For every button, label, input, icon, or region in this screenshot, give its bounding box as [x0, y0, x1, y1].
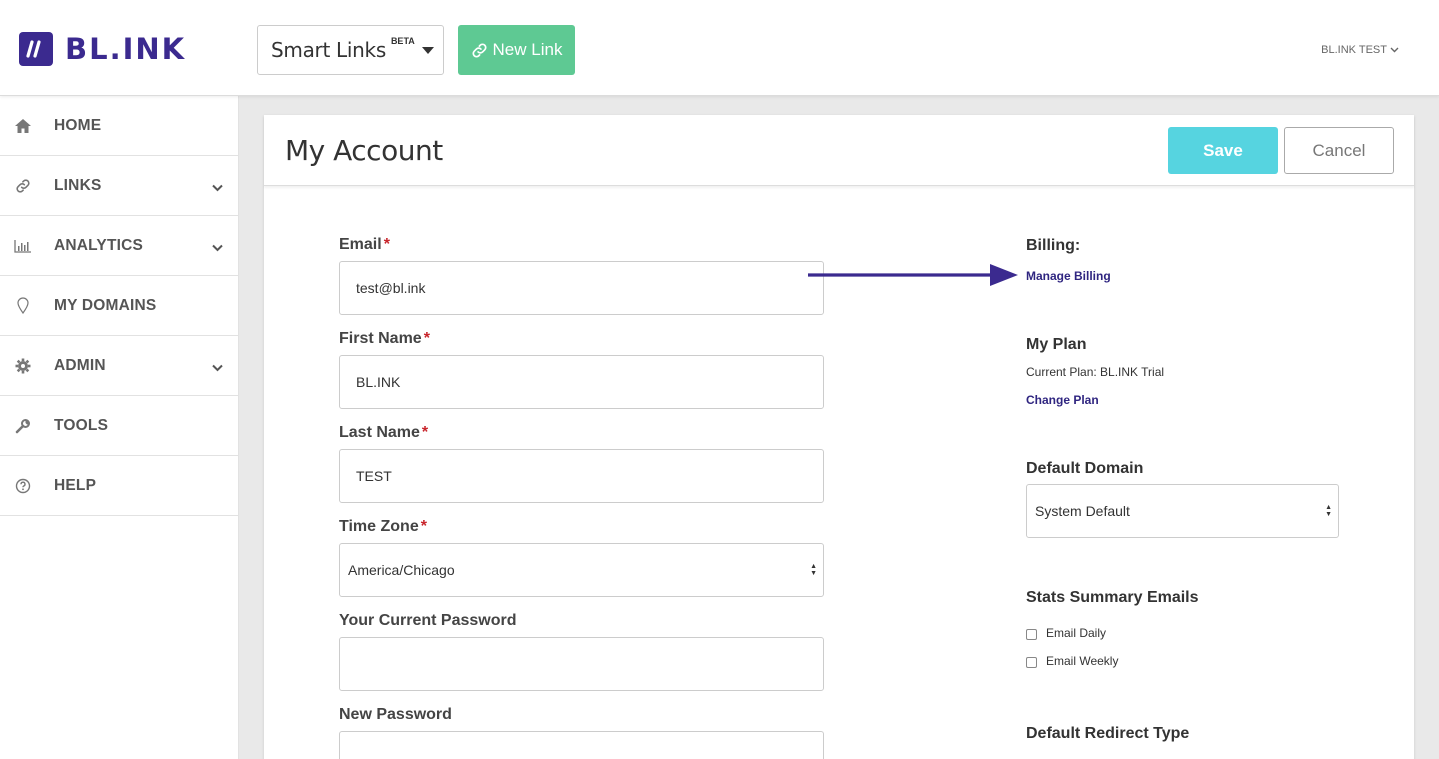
email-weekly-label: Email Weekly — [1046, 654, 1119, 668]
time-zone-select[interactable]: America/Chicago ▲ ▼ — [339, 543, 824, 597]
time-zone-label: Time Zone * — [339, 518, 427, 536]
sidebar-item-tools[interactable]: TOOLS — [0, 396, 238, 456]
home-icon — [13, 116, 33, 136]
sidebar-item-help[interactable]: HELP — [0, 456, 238, 516]
sidebar-item-label: LINKS — [54, 176, 102, 194]
link-icon — [13, 176, 33, 196]
smart-links-dropdown[interactable]: Smart Links BETA — [257, 25, 444, 75]
new-password-field[interactable] — [339, 731, 824, 759]
required-mark: * — [420, 518, 427, 535]
new-password-label: New Password — [339, 706, 452, 723]
time-zone-value: America/Chicago — [348, 562, 455, 578]
caret-down-icon — [421, 46, 434, 54]
last-name-value: TEST — [356, 468, 392, 484]
email-value: test@bl.ink — [356, 280, 426, 296]
sidebar-item-label: HOME — [54, 116, 102, 134]
link-icon — [471, 42, 488, 59]
required-mark: * — [383, 236, 390, 253]
select-arrows-icon: ▲ ▼ — [810, 563, 817, 577]
sidebar-item-my-domains[interactable]: MY DOMAINS — [0, 276, 238, 336]
email-weekly-checkbox[interactable] — [1026, 656, 1037, 668]
required-mark: * — [423, 330, 430, 347]
logo[interactable]: BL.INK — [19, 32, 186, 66]
annotation-arrow-icon — [805, 262, 1020, 293]
chevron-down-icon — [212, 359, 223, 377]
wrench-icon — [13, 416, 33, 436]
sidebar-item-label: ANALYTICS — [54, 236, 144, 254]
current-plan-text: Current Plan: BL.INK Trial — [1026, 365, 1165, 379]
last-name-label: Last Name * — [339, 424, 428, 442]
bar-chart-icon — [13, 236, 33, 256]
user-menu[interactable]: BL.INK TEST — [1321, 44, 1399, 56]
time-zone-label-text: Time Zone — [339, 518, 419, 535]
map-pin-icon — [13, 296, 33, 316]
default-domain-heading: Default Domain — [1026, 460, 1144, 477]
sidebar: HOME LINKS ANALYTICS MY DOMAINS ADMIN TO… — [0, 96, 239, 759]
redirect-heading: Default Redirect Type — [1026, 725, 1190, 742]
chevron-down-icon — [212, 179, 223, 197]
plan-heading: My Plan — [1026, 336, 1087, 353]
sidebar-item-home[interactable]: HOME — [0, 96, 238, 156]
email-label: Email * — [339, 236, 390, 254]
sidebar-item-admin[interactable]: ADMIN — [0, 336, 238, 396]
first-name-label-text: First Name — [339, 330, 422, 347]
smart-links-label: Smart Links — [271, 38, 386, 62]
sidebar-item-label: HELP — [54, 476, 97, 494]
last-name-field[interactable]: TEST — [339, 449, 824, 503]
sidebar-item-analytics[interactable]: ANALYTICS — [0, 216, 238, 276]
email-field[interactable]: test@bl.ink — [339, 261, 824, 315]
first-name-value: BL.INK — [356, 374, 401, 390]
user-menu-label: BL.INK TEST — [1321, 44, 1387, 56]
stats-heading: Stats Summary Emails — [1026, 589, 1199, 606]
first-name-label: First Name * — [339, 330, 430, 348]
card-header: My Account Save Cancel — [264, 115, 1414, 186]
page-title: My Account — [285, 134, 443, 167]
top-header: BL.INK Smart Links BETA New Link BL.INK … — [0, 0, 1439, 96]
default-domain-select[interactable]: System Default ▲ ▼ — [1026, 484, 1339, 538]
email-label-text: Email — [339, 236, 382, 253]
sidebar-item-label: MY DOMAINS — [54, 296, 157, 314]
last-name-label-text: Last Name — [339, 424, 420, 441]
change-plan-link[interactable]: Change Plan — [1026, 393, 1099, 407]
question-circle-icon — [13, 476, 33, 496]
sidebar-item-label: TOOLS — [54, 416, 109, 434]
logo-mark-icon — [19, 32, 53, 66]
beta-badge: BETA — [390, 36, 415, 46]
email-weekly-option[interactable]: Email Weekly — [1026, 654, 1118, 668]
select-arrows-icon: ▲ ▼ — [1325, 504, 1332, 518]
email-daily-checkbox[interactable] — [1026, 628, 1037, 640]
current-password-label: Your Current Password — [339, 612, 517, 629]
default-domain-value: System Default — [1035, 503, 1130, 519]
gear-icon — [13, 356, 33, 376]
sidebar-item-links[interactable]: LINKS — [0, 156, 238, 216]
chevron-down-icon — [212, 239, 223, 257]
email-daily-label: Email Daily — [1046, 626, 1107, 640]
manage-billing-link[interactable]: Manage Billing — [1026, 269, 1111, 283]
sidebar-item-label: ADMIN — [54, 356, 106, 374]
email-daily-option[interactable]: Email Daily — [1026, 626, 1106, 640]
cancel-button[interactable]: Cancel — [1284, 127, 1394, 174]
first-name-field[interactable]: BL.INK — [339, 355, 824, 409]
current-password-field[interactable] — [339, 637, 824, 691]
logo-text: BL.INK — [65, 32, 187, 66]
required-mark: * — [421, 424, 429, 441]
chevron-down-icon — [1390, 46, 1399, 55]
new-link-label: New Link — [492, 40, 563, 59]
billing-heading: Billing: — [1026, 237, 1081, 254]
new-link-button[interactable]: New Link — [458, 25, 575, 75]
save-button[interactable]: Save — [1168, 127, 1278, 174]
